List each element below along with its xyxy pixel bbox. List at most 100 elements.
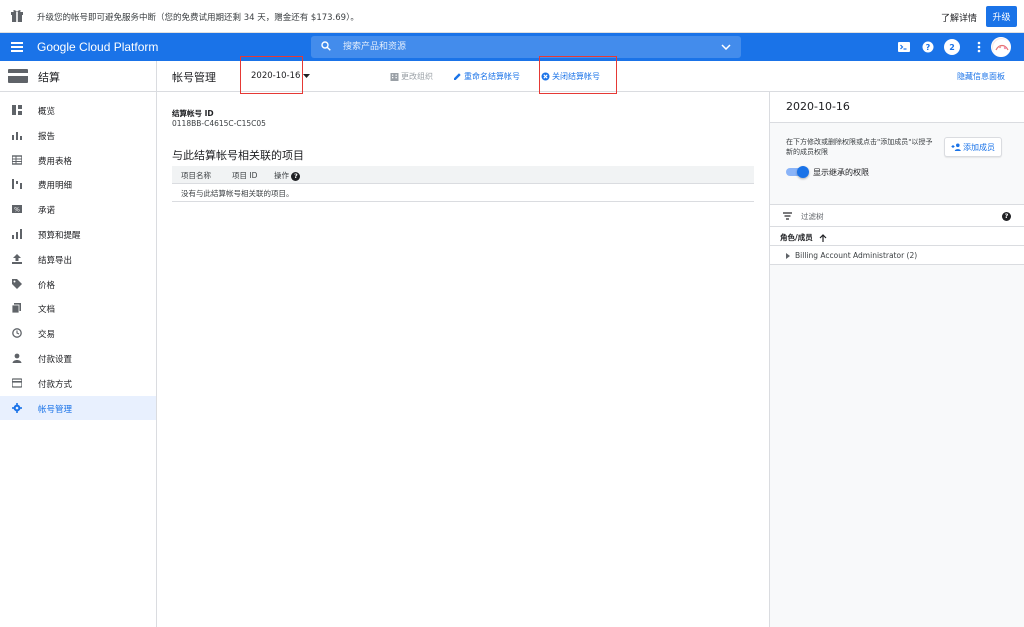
sidebar-item[interactable]: % 承诺 — [0, 197, 156, 221]
notification-badge[interactable]: 2 — [944, 39, 960, 55]
empty-message: 没有与此结算帐号相关联的项目。 — [181, 189, 294, 198]
upgrade-button[interactable]: 升级 — [986, 6, 1017, 27]
sidebar-item-label: 结算导出 — [38, 255, 73, 266]
sidebar-item[interactable]: 费用明细 — [0, 172, 156, 196]
sidebar-item[interactable]: 概览 — [0, 98, 156, 122]
person-icon — [12, 353, 22, 363]
show-inherited-toggle[interactable] — [786, 166, 809, 178]
rename-account-label: 重命名结算帐号 — [464, 72, 520, 81]
avatar-image-icon — [993, 39, 1010, 56]
tag-icon — [12, 278, 22, 289]
table-row: 没有与此结算帐号相关联的项目。 — [172, 184, 754, 202]
rename-account-button[interactable]: 重命名结算帐号 — [453, 71, 520, 82]
search-input[interactable] — [343, 39, 703, 55]
clock-icon — [12, 328, 22, 339]
sidebar-item[interactable]: 付款设置 — [0, 346, 156, 370]
projects-table: 项目名称 项目 ID 操作 ? 没有与此结算帐号相关联的项目。 — [172, 166, 754, 202]
table-header: 项目名称 项目 ID 操作 ? — [172, 166, 754, 184]
role-label: Billing Account Administrator (2) — [795, 251, 918, 260]
info-panel-header: 2020-10-16 — [770, 92, 1024, 123]
main-content: 结算帐号 ID 0118BB-C4615C-C15C05 与此结算帐号相关联的项… — [157, 92, 769, 627]
sidebar-item[interactable]: 结算导出 — [0, 247, 156, 271]
sidebar-item-label: 费用表格 — [38, 156, 73, 167]
sidebar-item-label: 交易 — [38, 330, 56, 341]
help-icon[interactable]: ? — [291, 171, 301, 181]
promo-banner: 升级您的帐号即可避免服务中断（您的免费试用期还剩 34 天，赠金还有 $173.… — [0, 0, 1024, 33]
info-panel-title: 2020-10-16 — [786, 100, 850, 113]
chevron-down-icon[interactable] — [721, 44, 731, 50]
sidebar-item-label: 报告 — [38, 131, 56, 142]
role-row-billing-admin[interactable]: Billing Account Administrator (2) — [770, 246, 1024, 265]
percent-icon: % — [12, 205, 22, 214]
sidebar-item[interactable]: 价格 — [0, 272, 156, 296]
sidebar-title: 结算 — [38, 71, 60, 84]
sidebar-item[interactable]: 费用表格 — [0, 148, 156, 172]
svg-text:%: % — [14, 207, 20, 214]
credit-card-icon — [12, 378, 22, 388]
person-add-icon — [951, 143, 961, 151]
sidebar-header: 结算 — [0, 61, 157, 92]
svg-text:?: ? — [926, 43, 931, 52]
column-header-project-id[interactable]: 项目 ID — [232, 170, 257, 181]
sidebar: 结算 概览 报告 费用表格 费用明细% 承诺 预算和提醒 结算导出 价格 文档 交易 付款设置 付款方… — [0, 61, 157, 627]
account-id-value: 0118BB-C4615C-C15C05 — [172, 119, 266, 128]
filter-input[interactable]: 过滤树 — [801, 211, 824, 222]
budget-icon — [12, 229, 22, 239]
sidebar-item[interactable]: 预算和提醒 — [0, 222, 156, 246]
avatar[interactable] — [991, 37, 1011, 57]
filter-help-icon[interactable]: ? — [1002, 212, 1011, 221]
menu-icon[interactable] — [11, 42, 23, 52]
sidebar-item-label: 付款设置 — [38, 355, 73, 365]
info-panel: 2020-10-16 在下方修改或删除权限或点击"添加成员"以授予新的成员权限 … — [769, 92, 1024, 627]
arrow-up-icon — [819, 233, 827, 242]
sidebar-item-label: 价格 — [38, 280, 56, 291]
sidebar-item[interactable]: 付款方式 — [0, 371, 156, 395]
column-header-actions-label: 操作 — [274, 171, 289, 180]
add-member-button[interactable]: 添加成员 — [944, 137, 1002, 157]
sidebar-item-label: 费用明细 — [38, 181, 73, 192]
highlight-box-selector — [240, 56, 303, 94]
page-header: 帐号管理 2020-10-16 更改组织 重命名结算帐号 关闭结算帐号 隐藏信息… — [157, 56, 1024, 94]
column-header-actions: 操作 ? — [274, 170, 301, 181]
hide-info-panel-button[interactable]: 隐藏信息面板 — [957, 71, 1005, 82]
sidebar-item-label: 概览 — [38, 107, 56, 117]
top-app-bar: Google Cloud Platform ? 2 — [0, 33, 1024, 61]
projects-title: 与此结算帐号相关联的项目 — [172, 149, 304, 162]
table-icon — [12, 154, 22, 165]
edit-icon — [454, 73, 461, 80]
sidebar-item-label: 文档 — [38, 305, 56, 316]
filter-bar[interactable]: 过滤树 ? — [770, 204, 1024, 227]
search-icon — [321, 41, 331, 51]
role-column-header[interactable]: 角色/成员 — [770, 227, 1024, 246]
sidebar-item[interactable]: 交易 — [0, 321, 156, 345]
document-icon — [12, 303, 21, 314]
account-id-label: 结算帐号 ID — [172, 109, 214, 118]
sidebar-item-label: 帐号管理 — [38, 404, 73, 415]
sidebar-item-label: 承诺 — [38, 206, 56, 217]
dropdown-arrow-icon — [303, 74, 311, 78]
column-header-project-name[interactable]: 项目名称 — [181, 170, 211, 181]
learn-more-link[interactable]: 了解详情 — [941, 11, 977, 24]
sidebar-item[interactable]: 帐号管理 — [0, 395, 156, 420]
more-vert-icon[interactable] — [972, 40, 986, 54]
upload-icon — [12, 253, 22, 264]
building-icon — [390, 73, 399, 81]
change-org-button[interactable]: 更改组织 — [390, 71, 433, 82]
brand-title[interactable]: Google Cloud Platform — [37, 40, 158, 54]
search-bar[interactable] — [311, 36, 741, 58]
sidebar-item-label: 付款方式 — [38, 379, 73, 390]
sidebar-item[interactable]: 报告 — [0, 123, 156, 147]
promo-text: 升级您的帐号即可避免服务中断（您的免费试用期还剩 34 天，赠金还有 $173.… — [37, 13, 359, 23]
expand-arrow-icon[interactable] — [786, 252, 790, 259]
role-column-label: 角色/成员 — [780, 233, 813, 242]
sidebar-item[interactable]: 文档 — [0, 296, 156, 320]
help-icon[interactable]: ? — [921, 40, 935, 54]
billing-icon — [8, 69, 28, 83]
filter-icon — [783, 212, 792, 220]
dashboard-icon — [12, 105, 22, 115]
highlight-box-close — [539, 56, 617, 94]
gift-icon — [11, 10, 23, 22]
terminal-icon[interactable] — [897, 40, 911, 54]
bar-chart-icon — [12, 131, 22, 140]
show-inherited-label: 显示继承的权限 — [813, 168, 869, 177]
